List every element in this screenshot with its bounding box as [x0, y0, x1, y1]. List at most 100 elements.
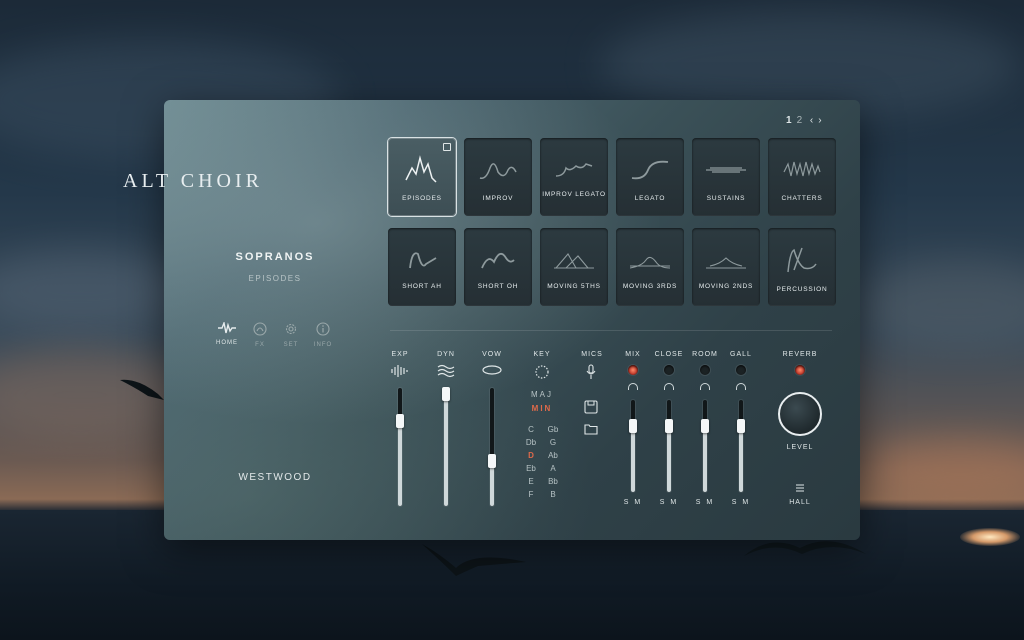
tile-short-ah[interactable]: SHORT AH: [388, 228, 456, 306]
key-label: KEY: [533, 351, 551, 358]
close-fader[interactable]: [667, 400, 671, 492]
tile-moving-3rds[interactable]: MOVING 3RDS: [616, 228, 684, 306]
page-1-button[interactable]: 1: [786, 115, 792, 126]
mix-phase-icon[interactable]: [628, 383, 638, 390]
tile-legato[interactable]: LEGATO: [616, 138, 684, 216]
nav-info[interactable]: INFO: [308, 322, 338, 348]
tile-moving-5ths[interactable]: MOVING 5THS: [540, 228, 608, 306]
reverb-level-knob[interactable]: [778, 392, 822, 436]
dyn-fader[interactable]: [444, 388, 448, 506]
nav-set[interactable]: SET: [276, 322, 306, 348]
tile-improv-legato[interactable]: IMPROV LEGATO: [540, 138, 608, 216]
tile-chatters[interactable]: CHATTERS: [768, 138, 836, 216]
menu-icon[interactable]: [795, 484, 805, 492]
fader-fill: [703, 425, 707, 492]
page-pager: 12 ‹ ›: [786, 115, 827, 126]
gall-solo-mute[interactable]: S M: [726, 499, 756, 506]
note-eb[interactable]: Eb: [519, 464, 543, 473]
mix-fader-handle[interactable]: [629, 418, 637, 433]
room-fader[interactable]: [703, 400, 707, 492]
articulation-name: EPISODES: [248, 274, 302, 283]
note-g[interactable]: G: [541, 438, 565, 447]
tile-improv[interactable]: IMPROV: [464, 138, 532, 216]
close-phase-icon[interactable]: [664, 383, 674, 390]
tile-percussion[interactable]: PERCUSSION: [768, 228, 836, 306]
moving-2nds-icon: [706, 257, 746, 269]
mics-label: MICS: [581, 351, 603, 358]
app-title: ALT CHOIR: [123, 170, 263, 192]
room-fader-handle[interactable]: [701, 418, 709, 433]
chatters-icon: [783, 161, 821, 177]
tile-label: CHATTERS: [781, 195, 823, 202]
edit-icon[interactable]: [443, 143, 451, 151]
exp-fader-handle[interactable]: [396, 414, 404, 429]
folder-icon[interactable]: [584, 423, 598, 435]
gall-fader[interactable]: [739, 400, 743, 492]
vow-fader[interactable]: [490, 388, 494, 506]
nav-fx[interactable]: FX: [245, 322, 275, 348]
note-c[interactable]: C: [519, 425, 543, 434]
note-d[interactable]: D: [519, 451, 543, 460]
room-label: ROOM: [692, 351, 718, 358]
tile-episodes[interactable]: EPISODES: [388, 138, 456, 216]
fader-fill: [739, 425, 743, 492]
note-b[interactable]: B: [541, 490, 565, 499]
short-oh-icon: [481, 252, 515, 269]
tile-moving-2nds[interactable]: MOVING 2NDS: [692, 228, 760, 306]
chevron-left-icon[interactable]: ‹: [810, 115, 813, 126]
vow-fader-handle[interactable]: [488, 454, 496, 469]
fader-fill: [398, 421, 402, 506]
close-label: CLOSE: [654, 351, 684, 358]
section-divider: [390, 330, 832, 331]
room-enable-led[interactable]: [700, 365, 710, 375]
sun: [960, 528, 1020, 546]
sustains-icon: [706, 167, 746, 173]
fader-fill: [631, 425, 635, 492]
instrument-name: SOPRANOS: [235, 251, 315, 263]
gall-label: GALL: [730, 351, 752, 358]
short-ah-icon: [409, 252, 437, 269]
tile-label: IMPROV LEGATO: [542, 191, 606, 198]
room-phase-icon[interactable]: [700, 383, 710, 390]
mode-maj[interactable]: MAJ: [530, 390, 554, 399]
note-f[interactable]: F: [519, 490, 543, 499]
save-icon[interactable]: [584, 400, 598, 414]
nav-set-label: SET: [283, 342, 299, 348]
chevron-right-icon[interactable]: ›: [818, 115, 821, 126]
note-e[interactable]: E: [519, 477, 543, 486]
page-2-button[interactable]: 2: [797, 115, 803, 126]
dyn-fader-handle[interactable]: [442, 386, 450, 401]
close-enable-led[interactable]: [664, 365, 674, 375]
reverb-label: REVERB: [782, 351, 818, 358]
mode-min[interactable]: MIN: [530, 404, 554, 413]
exp-fader[interactable]: [398, 388, 402, 506]
note-ab[interactable]: Ab: [541, 451, 565, 460]
tile-label: MOVING 2NDS: [698, 283, 754, 290]
sunset-glow: [860, 440, 1024, 500]
info-icon: [316, 322, 330, 336]
tile-sustains[interactable]: SUSTAINS: [692, 138, 760, 216]
close-fader-handle[interactable]: [665, 418, 673, 433]
mix-enable-led[interactable]: [628, 365, 638, 375]
tile-short-oh[interactable]: SHORT OH: [464, 228, 532, 306]
room-solo-mute[interactable]: S M: [690, 499, 720, 506]
gall-fader-handle[interactable]: [737, 418, 745, 433]
episodes-icon: [405, 155, 437, 183]
mix-fader[interactable]: [631, 400, 635, 492]
tile-label: MOVING 3RDS: [622, 283, 678, 290]
note-db[interactable]: Db: [519, 438, 543, 447]
gall-phase-icon[interactable]: [736, 383, 746, 390]
tile-label: SHORT AH: [402, 283, 442, 290]
note-a[interactable]: A: [541, 464, 565, 473]
nav-home[interactable]: HOME: [212, 322, 242, 346]
key-dial-icon[interactable]: [534, 364, 550, 380]
gall-enable-led[interactable]: [736, 365, 746, 375]
close-solo-mute[interactable]: S M: [654, 499, 684, 506]
note-gb[interactable]: Gb: [541, 425, 565, 434]
note-bb[interactable]: Bb: [541, 477, 565, 486]
reverb-level-label: LEVEL: [786, 444, 814, 451]
reverb-enable-led[interactable]: [795, 365, 805, 375]
tile-label: PERCUSSION: [776, 286, 828, 293]
reverb-preset[interactable]: HALL: [780, 499, 820, 506]
mix-solo-mute[interactable]: S M: [618, 499, 648, 506]
